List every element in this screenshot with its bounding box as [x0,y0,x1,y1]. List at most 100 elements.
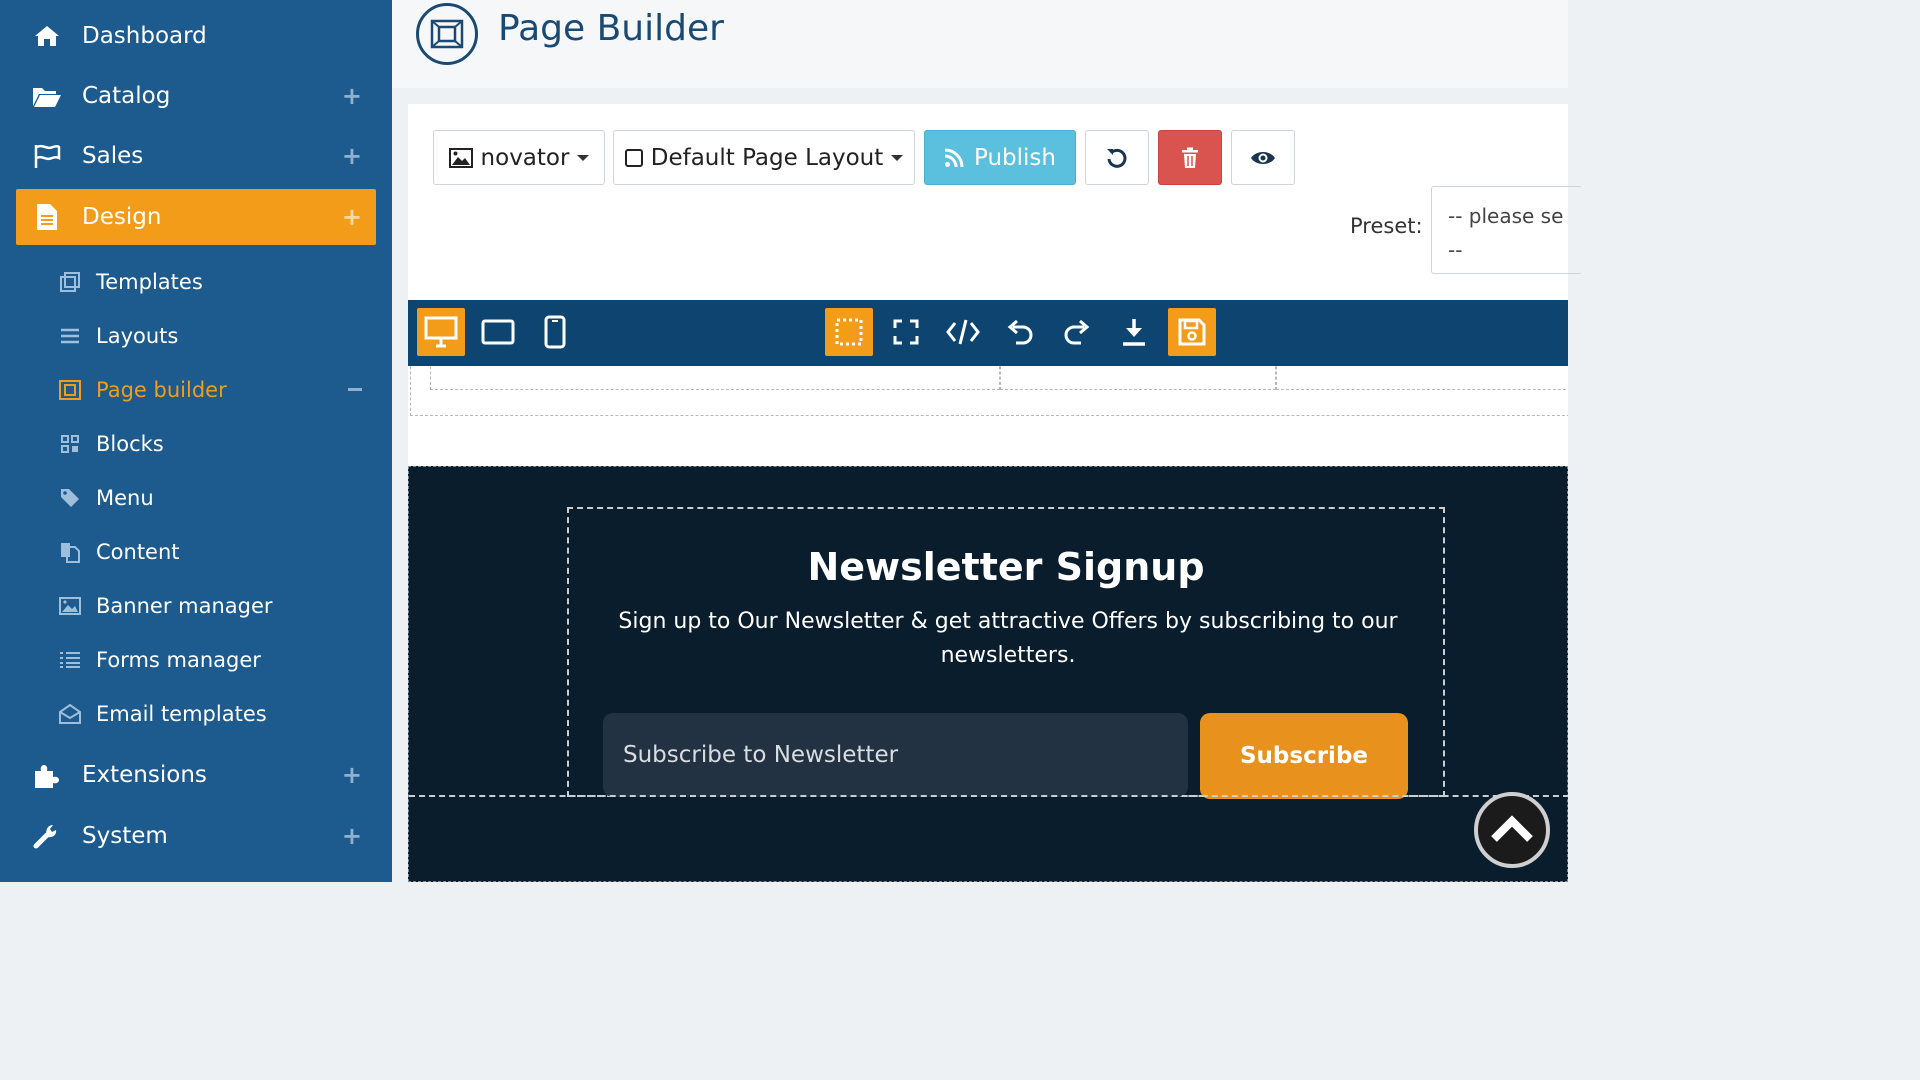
publish-button[interactable]: Publish [924,130,1076,185]
rss-icon [944,148,964,168]
code-icon [946,318,980,346]
fullscreen-icon [893,319,919,345]
section-divider [409,795,1568,797]
sidebar-subitem-label: Layouts [96,324,179,348]
reset-button[interactable] [1085,130,1149,185]
desktop-icon [424,316,458,348]
sidebar-subitem-menu[interactable]: Menu [58,478,154,518]
template-select-value: novator [480,144,570,171]
fullscreen-button[interactable] [882,308,930,356]
sidebar-subitem-label: Page builder [96,378,227,402]
sidebar-subitem-label: Email templates [96,702,267,726]
preset-select[interactable]: -- please se -- [1431,186,1581,274]
expand-icon[interactable]: + [342,203,362,231]
builder-canvas[interactable]: Newsletter Signup Sign up to Our Newslet… [408,366,1568,882]
sidebar-subitem-label: Forms manager [96,648,261,672]
sidebar-item-label: Sales [82,143,144,169]
page-title: Page Builder [498,8,724,49]
expand-icon[interactable]: + [342,822,362,850]
delete-button[interactable] [1158,130,1222,185]
sidebar-item-sales[interactable]: Sales + [16,128,376,184]
layout-select[interactable]: Default Page Layout [613,130,915,185]
home-icon [32,21,62,51]
redo-button[interactable] [1053,308,1101,356]
newsletter-title: Newsletter Signup [807,545,1205,589]
select-area-icon [834,317,864,347]
caret-down-icon [891,154,904,161]
undo-button[interactable] [996,308,1044,356]
templates-icon [58,270,82,294]
sidebar-item-extensions[interactable]: Extensions + [16,747,376,803]
sidebar-subitem-layouts[interactable]: Layouts [58,316,178,356]
folder-open-icon [32,81,62,111]
download-button[interactable] [1110,308,1158,356]
trash-icon [1181,147,1199,169]
publish-label: Publish [974,144,1056,171]
sidebar-subitem-email-templates[interactable]: Email templates [58,694,267,734]
tablet-icon [481,319,515,345]
redo-icon [1063,318,1091,346]
device-mobile-button[interactable] [531,308,579,356]
puzzle-icon [32,760,62,790]
template-select[interactable]: novator [433,130,605,185]
image-icon [58,594,82,618]
image-icon [448,147,473,168]
grid-icon [58,432,82,456]
editor-toolbar [408,300,1568,366]
page-header: Page Builder [392,0,1568,88]
column-outline [430,366,1000,390]
download-icon [1121,317,1147,347]
list-alt-icon [58,648,82,672]
save-button[interactable] [1168,308,1216,356]
save-icon [1178,318,1206,346]
sidebar-subitem-banner-manager[interactable]: Banner manager [58,586,273,626]
column-outline [1000,366,1276,390]
collapse-icon[interactable] [348,388,362,391]
preset-select-value-cont: -- [1448,238,1463,262]
rotate-icon [1106,147,1128,169]
expand-icon[interactable]: + [342,142,362,170]
checkbox-icon [624,148,643,167]
sidebar-item-system[interactable]: System + [16,808,376,864]
sidebar-subitem-templates[interactable]: Templates [58,262,203,302]
expand-icon[interactable]: + [342,82,362,110]
newsletter-email-input[interactable]: Subscribe to Newsletter [603,713,1188,797]
newsletter-text: Sign up to Our Newsletter & get attracti… [618,609,1398,668]
sidebar-subitem-label: Templates [96,270,203,294]
layout-select-value: Default Page Layout [650,144,884,171]
device-desktop-button[interactable] [417,308,465,356]
page-builder-icon [416,3,478,65]
preview-button[interactable] [1231,130,1295,185]
expand-icon[interactable]: + [342,761,362,789]
builder-actions-panel: novator Default Page Layout Publish Pres… [408,104,1581,300]
sidebar-subitem-content[interactable]: Content [58,532,180,572]
wrench-icon [32,821,62,851]
sidebar-item-catalog[interactable]: Catalog + [16,68,376,124]
subscribe-button[interactable]: Subscribe [1200,713,1408,799]
newsletter-section[interactable]: Newsletter Signup Sign up to Our Newslet… [408,466,1568,882]
device-tablet-button[interactable] [474,308,522,356]
scroll-to-top-button[interactable] [1474,792,1550,868]
caret-down-icon [577,154,590,161]
copy-icon [58,540,82,564]
preset-label: Preset: [1350,214,1423,238]
sidebar: Dashboard Catalog + Sales + Design + Tem… [0,0,392,882]
sidebar-item-label: System [82,823,168,849]
sidebar-subitem-label: Banner manager [96,594,273,618]
envelope-open-icon [58,702,82,726]
tag-icon [58,486,82,510]
sidebar-subitem-label: Blocks [96,432,164,456]
sidebar-item-label: Extensions [82,762,207,788]
sidebar-item-dashboard[interactable]: Dashboard [16,8,376,64]
sidebar-subitem-page-builder[interactable]: Page builder [58,370,227,410]
sidebar-subitem-label: Menu [96,486,154,510]
sidebar-item-label: Catalog [82,83,171,109]
mobile-icon [544,315,566,349]
select-area-button[interactable] [825,308,873,356]
sidebar-subitem-forms-manager[interactable]: Forms manager [58,640,261,680]
sidebar-subitem-blocks[interactable]: Blocks [58,424,164,464]
sidebar-item-design[interactable]: Design + [16,189,376,245]
list-icon [58,324,82,348]
code-button[interactable] [939,308,987,356]
column-outline [1276,366,1568,390]
